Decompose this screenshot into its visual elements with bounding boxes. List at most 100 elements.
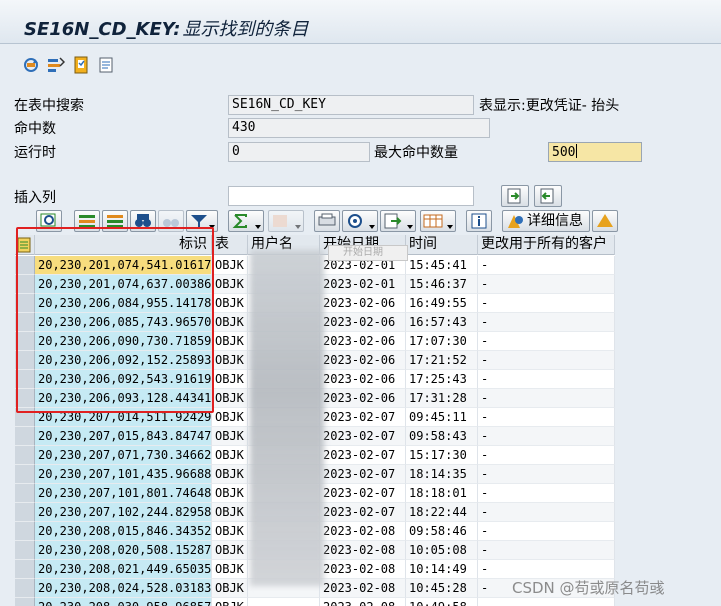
cell-client: - bbox=[478, 503, 615, 522]
cell-table: OBJK bbox=[212, 256, 248, 275]
annotation-highlight-box bbox=[16, 227, 214, 413]
cell-time: 10:05:08 bbox=[406, 541, 478, 560]
cell-date: 2023-02-01 bbox=[320, 275, 406, 294]
cell-date: 2023-02-07 bbox=[320, 427, 406, 446]
cell-time: 16:57:43 bbox=[406, 313, 478, 332]
layout-button[interactable] bbox=[420, 210, 456, 232]
bookmark-icon[interactable] bbox=[72, 56, 90, 74]
cell-date: 2023-02-07 bbox=[320, 484, 406, 503]
cell-table: OBJK bbox=[212, 484, 248, 503]
cell-client: - bbox=[478, 351, 615, 370]
cell-date: 2023-02-06 bbox=[320, 294, 406, 313]
cell-user bbox=[248, 598, 320, 606]
sum-icon bbox=[232, 214, 247, 228]
views-icon bbox=[348, 214, 362, 228]
where-used-icon[interactable] bbox=[47, 56, 65, 74]
export-icon bbox=[384, 213, 402, 229]
graphic-button[interactable] bbox=[592, 210, 618, 232]
cell-table: OBJK bbox=[212, 313, 248, 332]
refresh-icon[interactable] bbox=[22, 56, 40, 74]
cell-date: 2023-02-08 bbox=[320, 560, 406, 579]
max-hits-input[interactable]: 500 bbox=[548, 142, 642, 162]
column-header-client[interactable]: 更改用于所有的客户 bbox=[478, 235, 615, 255]
sum-button[interactable] bbox=[228, 210, 264, 232]
column-header-time[interactable]: 时间 bbox=[406, 235, 478, 255]
views-button[interactable] bbox=[342, 210, 378, 232]
row-selector[interactable] bbox=[15, 522, 35, 541]
cell-client: - bbox=[478, 332, 615, 351]
row-selector[interactable] bbox=[15, 560, 35, 579]
cell-table: OBJK bbox=[212, 408, 248, 427]
cell-date: 2023-02-07 bbox=[320, 465, 406, 484]
cell-table: OBJK bbox=[212, 389, 248, 408]
row-selector[interactable] bbox=[15, 427, 35, 446]
cell-key: 20,230,207,101,435.9668840 bbox=[35, 465, 212, 484]
cell-date: 2023-02-06 bbox=[320, 332, 406, 351]
row-selector[interactable] bbox=[15, 503, 35, 522]
cell-time: 17:25:43 bbox=[406, 370, 478, 389]
cell-client: - bbox=[478, 370, 615, 389]
search-table-label: 在表中搜索 bbox=[14, 98, 84, 114]
cell-table: OBJK bbox=[212, 294, 248, 313]
table-row[interactable]: 20,230,208,030,958.9685750OBJK 2023-02-08… bbox=[15, 598, 615, 606]
print-preview-button[interactable] bbox=[314, 210, 340, 232]
cell-time: 18:14:35 bbox=[406, 465, 478, 484]
cell-client: - bbox=[478, 465, 615, 484]
cell-table: OBJK bbox=[212, 579, 248, 598]
export-button[interactable] bbox=[380, 210, 416, 232]
cell-date: 2023-02-08 bbox=[320, 541, 406, 560]
cell-client: - bbox=[478, 598, 615, 606]
cell-time: 16:49:55 bbox=[406, 294, 478, 313]
row-selector[interactable] bbox=[15, 484, 35, 503]
insert-column-input[interactable] bbox=[228, 186, 474, 206]
cell-key: 20,230,208,015,846.3435260 bbox=[35, 522, 212, 541]
cell-table: OBJK bbox=[212, 427, 248, 446]
title-code: SE16N_CD_KEY: bbox=[24, 19, 181, 40]
cell-table: OBJK bbox=[212, 541, 248, 560]
cell-table: OBJK bbox=[212, 351, 248, 370]
subtotal-icon bbox=[273, 215, 287, 227]
cell-table: OBJK bbox=[212, 370, 248, 389]
info-button[interactable] bbox=[466, 210, 492, 232]
insert-column-button[interactable] bbox=[501, 185, 529, 207]
cell-key: 20,230,208,020,508.1528780 bbox=[35, 541, 212, 560]
cell-client: - bbox=[478, 389, 615, 408]
row-selector[interactable] bbox=[15, 579, 35, 598]
cell-table: OBJK bbox=[212, 446, 248, 465]
insert-column-label: 插入列 bbox=[14, 190, 56, 206]
max-hits-value: 500 bbox=[552, 145, 576, 160]
search-table-field: SE16N_CD_KEY bbox=[228, 95, 474, 115]
graphic-icon bbox=[597, 214, 613, 227]
subtotal-button[interactable] bbox=[268, 210, 304, 232]
cell-date: 2023-02-08 bbox=[320, 522, 406, 541]
cell-client: - bbox=[478, 294, 615, 313]
cell-date: 2023-02-06 bbox=[320, 351, 406, 370]
row-selector[interactable] bbox=[15, 465, 35, 484]
cell-table: OBJK bbox=[212, 598, 248, 606]
cell-date: 2023-02-07 bbox=[320, 408, 406, 427]
cell-time: 09:45:11 bbox=[406, 408, 478, 427]
watermark: CSDN @苟或原名苟彧 bbox=[512, 579, 665, 597]
cell-client: - bbox=[478, 275, 615, 294]
details-icon bbox=[508, 215, 523, 228]
cell-key: 20,230,208,021,449.6503560 bbox=[35, 560, 212, 579]
row-selector[interactable] bbox=[15, 598, 35, 606]
page-title: SE16N_CD_KEY: 显示找到的条目 bbox=[24, 15, 308, 41]
choose-column-button[interactable] bbox=[534, 185, 562, 207]
max-hits-label: 最大命中数量 bbox=[374, 145, 458, 161]
hits-field: 430 bbox=[228, 118, 490, 138]
cell-client: - bbox=[478, 427, 615, 446]
row-selector[interactable] bbox=[15, 446, 35, 465]
cell-time: 15:46:37 bbox=[406, 275, 478, 294]
cell-client: - bbox=[478, 408, 615, 427]
cell-time: 10:45:28 bbox=[406, 579, 478, 598]
document-icon[interactable] bbox=[97, 56, 115, 74]
layout-grid-icon bbox=[423, 214, 443, 228]
hits-label: 命中数 bbox=[14, 121, 56, 137]
column-header-table[interactable]: 表 bbox=[212, 235, 248, 255]
details-button[interactable]: 详细信息 bbox=[502, 210, 590, 232]
cell-time: 15:45:41 bbox=[406, 256, 478, 275]
cell-time: 18:18:01 bbox=[406, 484, 478, 503]
row-selector[interactable] bbox=[15, 541, 35, 560]
print-preview-icon bbox=[318, 213, 336, 226]
